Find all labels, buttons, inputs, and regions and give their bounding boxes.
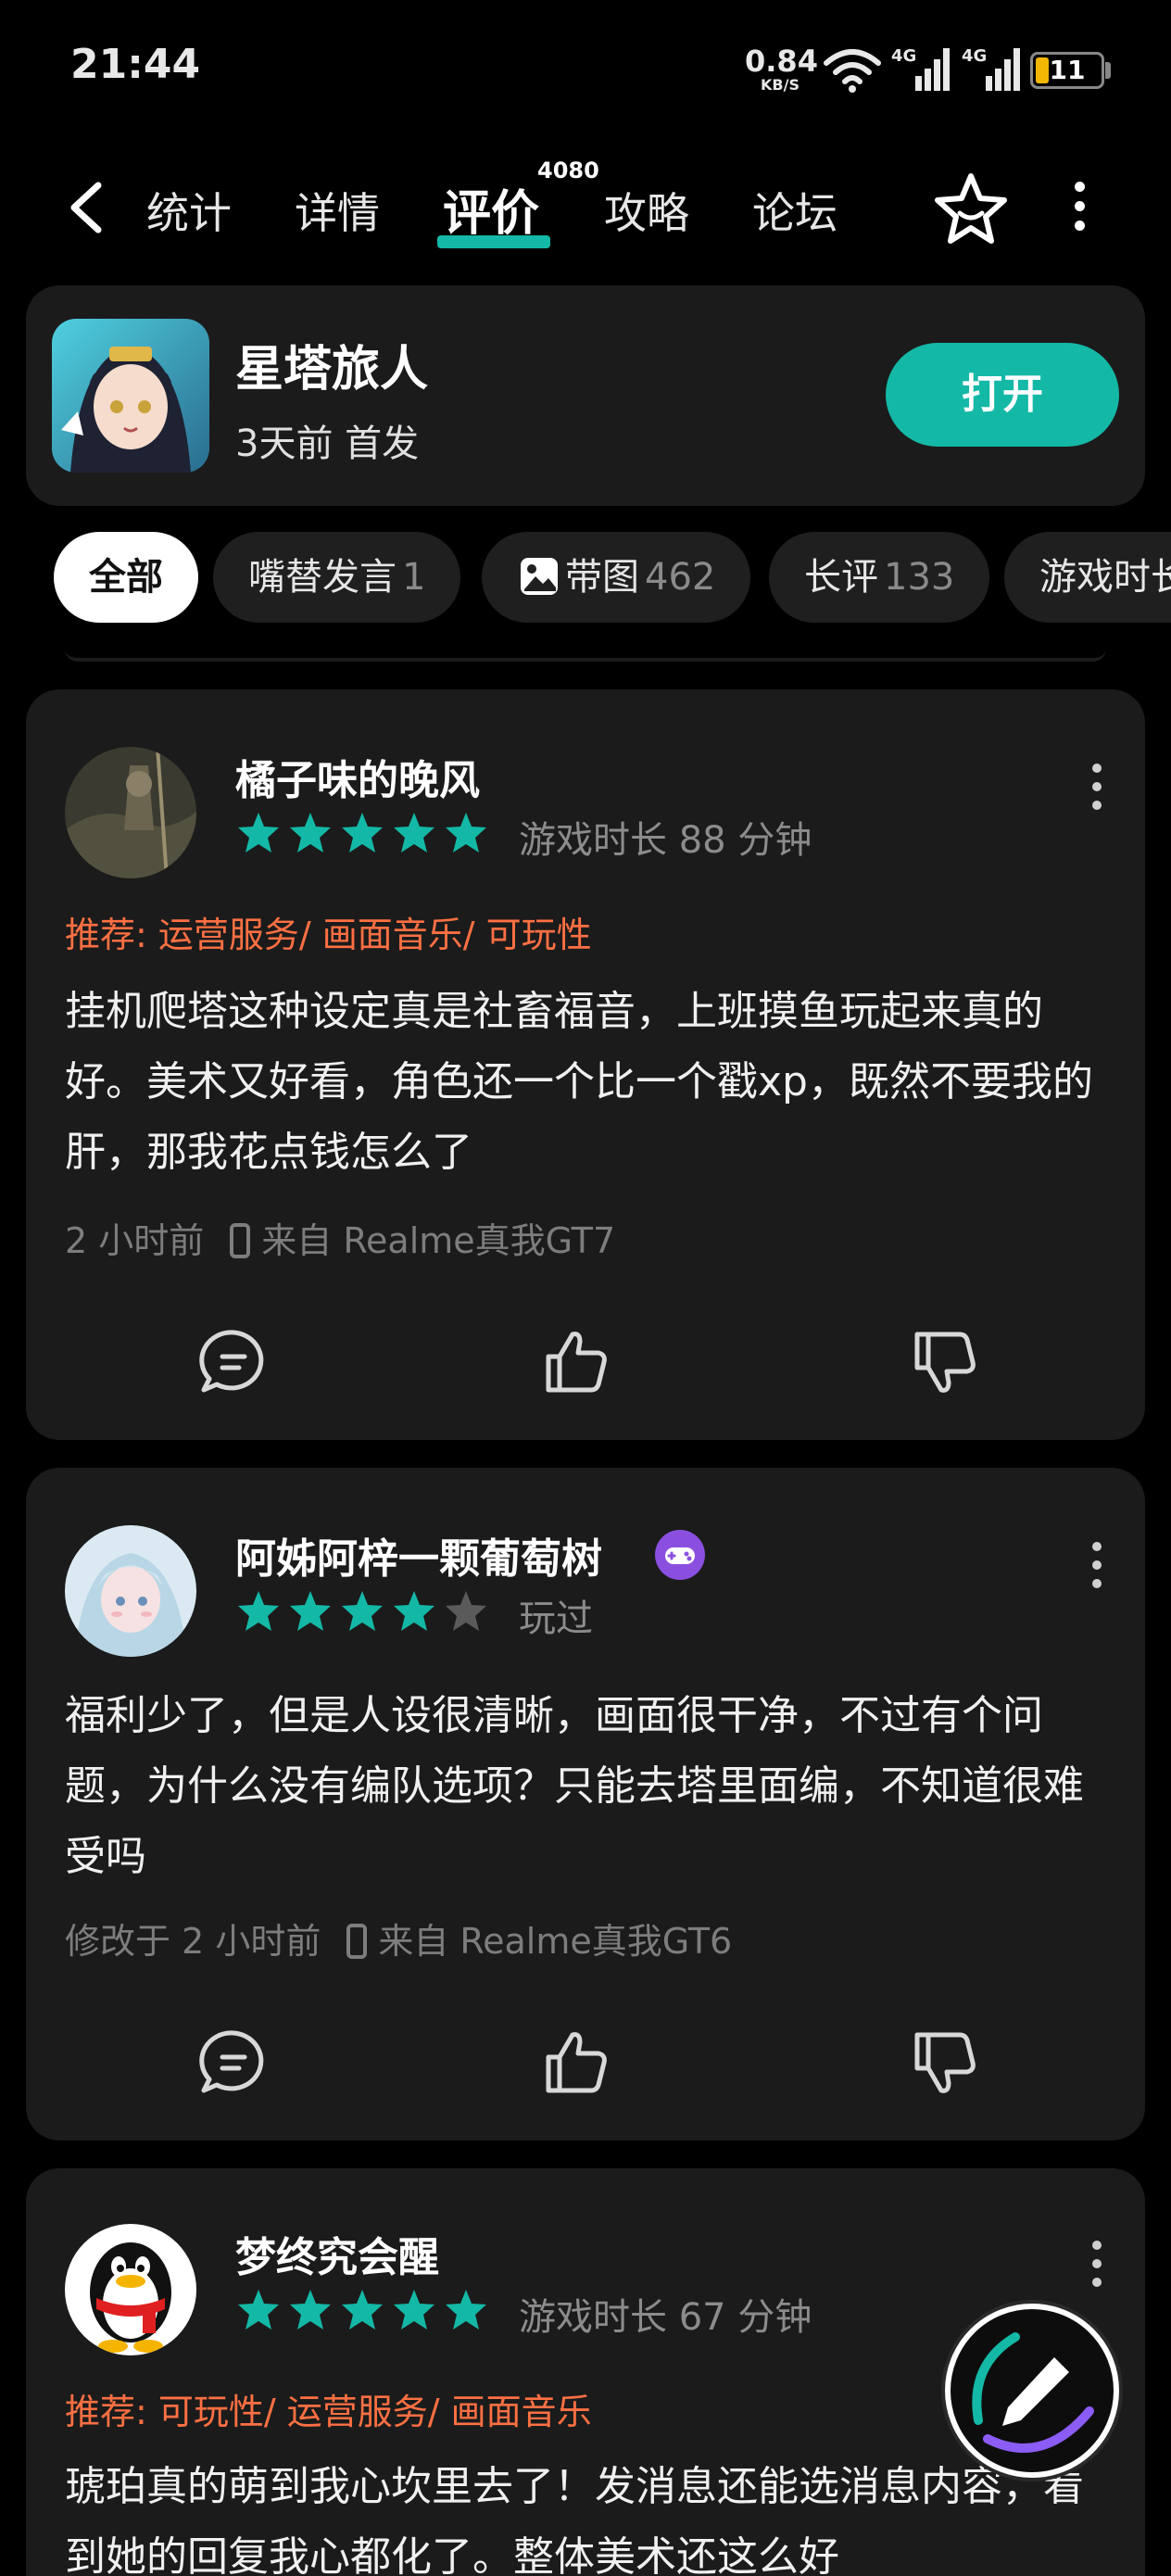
tab-details[interactable]: 详情	[295, 180, 380, 241]
avatar[interactable]	[65, 1525, 196, 1657]
network-speed-value: 0.84	[745, 44, 818, 79]
playtime: 游戏时长 88 分钟	[519, 819, 812, 862]
battery-tip	[1105, 62, 1111, 79]
recommend-tags: 推荐: 可玩性/ 运营服务/ 画面音乐	[65, 2392, 592, 2432]
cell-signal-icon: 4G	[891, 46, 950, 91]
review-device: 来自 Realme真我GT6	[378, 1921, 733, 1962]
review-text[interactable]: 福利少了，但是人设很清晰，画面很干净，不过有个问题，为什么没有编队选项？只能去塔…	[65, 1681, 1112, 1892]
cell-signal-2-icon: 4G	[962, 46, 1020, 91]
review-footer: 2 小时前 来自 Realme真我GT7	[65, 1212, 615, 1263]
filter-playtime-label: 游戏时长	[1039, 556, 1171, 599]
filter-long-label: 长评	[804, 556, 878, 599]
game-header-card[interactable]: 星塔旅人 3天前 首发 打开	[26, 285, 1145, 506]
more-icon[interactable]	[1065, 182, 1093, 234]
pen-icon	[972, 2332, 1094, 2453]
filter-images-count: 462	[645, 556, 716, 599]
star-filled-icon	[342, 2290, 383, 2330]
signal2-label: 4G	[962, 46, 987, 66]
tab-forum[interactable]: 论坛	[752, 180, 837, 241]
more-options-icon[interactable]	[1091, 764, 1102, 819]
signal1-label: 4G	[891, 46, 916, 66]
rating-stars	[235, 1588, 489, 1635]
thumbs-down-icon[interactable]	[908, 2026, 982, 2100]
thumbs-down-icon[interactable]	[908, 1325, 982, 1399]
reviewer-name[interactable]: 梦终究会醒	[235, 2224, 439, 2283]
back-icon[interactable]	[65, 182, 107, 234]
thumbs-up-icon[interactable]	[539, 1325, 613, 1399]
review-filter-bar: 全部 嘴替发言 1 带图 462 长评 133 游戏时长	[0, 528, 1171, 630]
write-review-button[interactable]	[945, 2304, 1119, 2478]
phone-icon	[230, 1222, 251, 1258]
filter-images-label: 带图	[565, 556, 639, 599]
recommend-tags: 推荐: 运营服务/ 画面音乐/ 可玩性	[65, 915, 592, 955]
review-time: 修改于 2 小时前	[65, 1921, 321, 1962]
previous-card-edge	[65, 649, 1106, 662]
tab-guides[interactable]: 攻略	[604, 180, 689, 241]
game-release-info: 3天前 首发	[235, 423, 420, 465]
network-speed: 0.84 KB/S	[745, 44, 818, 94]
review-time: 2 小时前	[65, 1220, 205, 1261]
reviewer-name[interactable]: 阿姊阿梓一颗葡萄树	[235, 1525, 602, 1585]
filter-quotes-count: 1	[402, 556, 426, 599]
tab-stats[interactable]: 统计	[146, 180, 232, 241]
more-options-icon[interactable]	[1091, 1542, 1102, 1597]
tab-reviews[interactable]: 评价	[443, 174, 539, 244]
star-filled-icon	[238, 2290, 279, 2330]
star-filled-icon	[446, 813, 486, 852]
star-filled-icon	[290, 2290, 331, 2330]
filter-all-label: 全部	[89, 556, 163, 599]
star-empty-icon	[446, 1591, 486, 1631]
review-footer: 修改于 2 小时前 来自 Realme真我GT6	[65, 1913, 732, 1964]
rating-stars	[235, 810, 489, 856]
open-game-button[interactable]: 打开	[886, 343, 1119, 447]
clock: 21:44	[70, 41, 201, 88]
filter-long-count: 133	[884, 556, 955, 599]
thumbs-up-icon[interactable]	[539, 2026, 613, 2100]
reviewer-name[interactable]: 橘子味的晚风	[235, 747, 480, 806]
wifi-icon	[824, 49, 881, 93]
filter-long-reviews[interactable]: 长评 133	[769, 532, 990, 623]
star-filled-icon	[394, 2290, 434, 2330]
playtime: 游戏时长 67 分钟	[519, 2296, 812, 2339]
filter-quotes[interactable]: 嘴替发言 1	[213, 532, 461, 623]
top-nav: 统计 详情 评价 4080 攻略 论坛	[0, 158, 1171, 259]
phone-icon	[346, 1923, 368, 1959]
battery-icon: 11	[1030, 52, 1104, 89]
star-filled-icon	[238, 1591, 279, 1631]
review-device: 来自 Realme真我GT7	[261, 1220, 616, 1261]
rating-stars	[235, 2287, 489, 2333]
image-icon	[521, 558, 558, 595]
network-speed-unit: KB/S	[761, 76, 800, 94]
gamepad-badge-icon	[655, 1530, 705, 1580]
star-filled-icon	[342, 1591, 383, 1631]
battery-level: 11	[1049, 55, 1086, 85]
more-options-icon[interactable]	[1091, 2241, 1102, 2296]
avatar[interactable]	[65, 2224, 196, 2355]
review-card: 橘子味的晚风 游戏时长 88 分钟 推荐: 运营服务/ 画面音乐/ 可玩性 挂机…	[26, 689, 1145, 1440]
star-filled-icon	[290, 813, 331, 852]
avatar[interactable]	[65, 747, 196, 878]
star-filled-icon	[394, 813, 434, 852]
game-name: 星塔旅人	[235, 342, 429, 398]
play-status: 玩过	[519, 1597, 593, 1640]
comment-icon[interactable]	[196, 1325, 271, 1399]
filter-quotes-label: 嘴替发言	[248, 556, 397, 599]
star-filled-icon	[394, 1591, 434, 1631]
star-filled-icon	[290, 1591, 331, 1631]
filter-playtime[interactable]: 游戏时长	[1004, 532, 1171, 623]
star-filled-icon	[238, 813, 279, 852]
game-icon[interactable]	[52, 319, 209, 473]
star-filled-icon	[342, 813, 383, 852]
status-bar: 21:44 0.84 KB/S 4G 4G 11	[0, 0, 1171, 139]
filter-with-images[interactable]: 带图 462	[482, 532, 751, 623]
filter-all[interactable]: 全部	[54, 532, 198, 623]
review-card: 阿姊阿梓一颗葡萄树 玩过 福利少了，但是人设很清晰，画面很干净，不过有个问题，为…	[26, 1468, 1145, 2140]
review-count-badge: 4080	[537, 158, 599, 183]
comment-icon[interactable]	[196, 2026, 271, 2100]
review-text[interactable]: 挂机爬塔这种设定真是社畜福音，上班摸鱼玩起来真的好。美术又好看，角色还一个比一个…	[65, 977, 1112, 1188]
star-icon[interactable]	[932, 169, 1010, 246]
star-filled-icon	[446, 2290, 486, 2330]
